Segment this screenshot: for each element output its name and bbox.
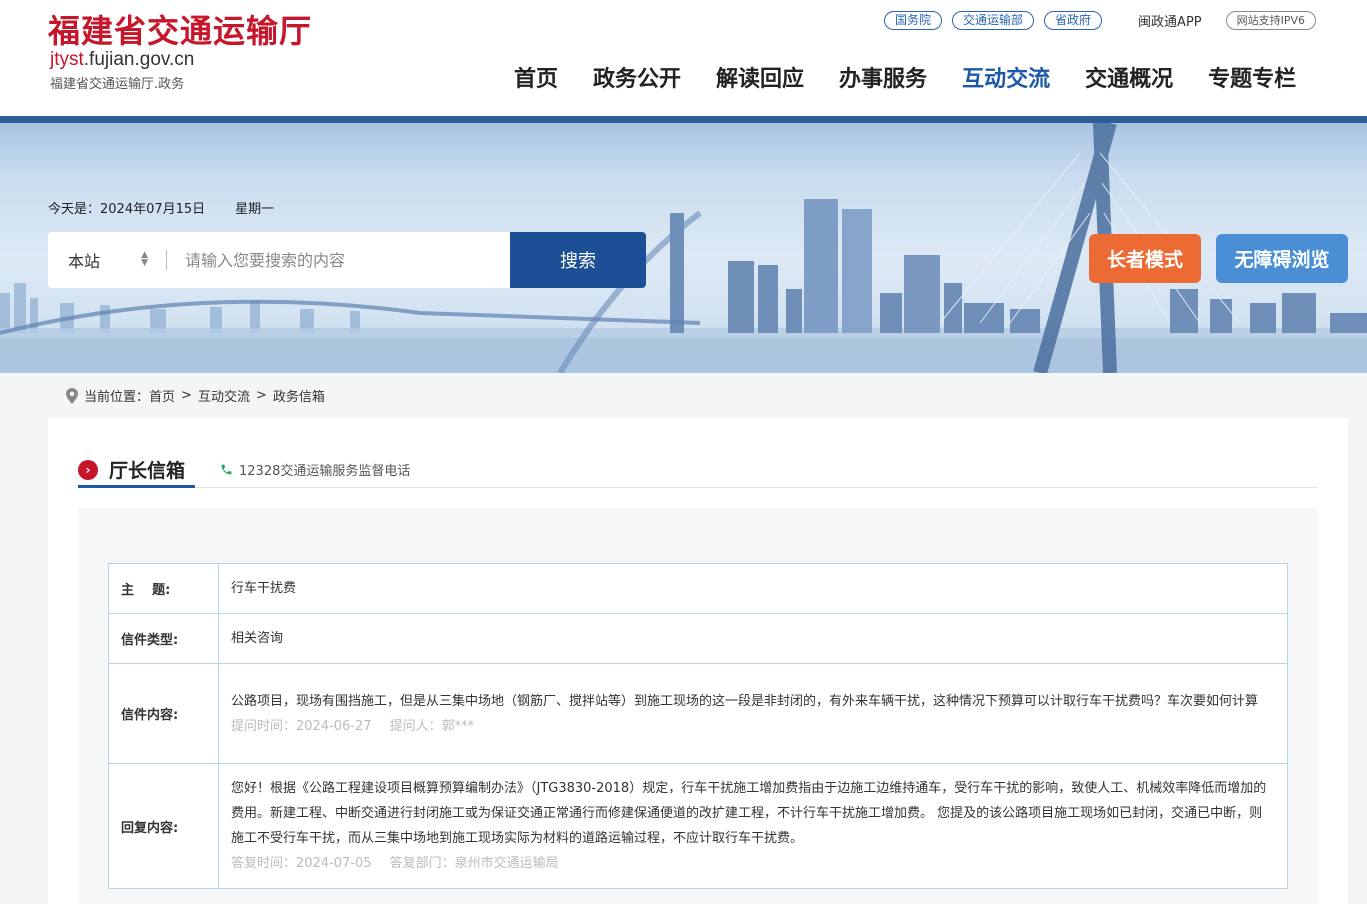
main-nav: 首页 政务公开 解读回应 办事服务 互动交流 交通概况 专题专栏 [514, 61, 1296, 93]
search-scope-value: 本站 [68, 252, 101, 271]
updown-arrows-icon: ▲ ▼ [141, 250, 148, 268]
nav-interpretation[interactable]: 解读回应 [716, 61, 804, 93]
nav-services[interactable]: 办事服务 [839, 61, 927, 93]
reply-label: 回复内容: [108, 763, 219, 889]
search-icon [48, 239, 68, 259]
reply-time: 答复时间：2024-07-05 [231, 856, 372, 871]
nav-interaction[interactable]: 互动交流 [962, 61, 1050, 93]
table-row: 主 题: 行车干扰费 [108, 563, 1288, 614]
table-row: 信件内容: 公路项目，现场有围挡施工，但是从三集中场地（钢筋厂、搅拌站等）到施工… [108, 663, 1288, 764]
tab-director-mailbox[interactable]: › 厅长信箱 [78, 454, 196, 488]
domain-accent: jtyst [50, 49, 84, 70]
breadcrumb-sep: > [255, 388, 267, 403]
table-row: 信件类型: 相关咨询 [108, 613, 1288, 664]
content-cell: 公路项目，现场有围挡施工，但是从三集中场地（钢筋厂、搅拌站等）到施工现场的这一段… [218, 663, 1288, 764]
location-pin-icon [66, 387, 78, 404]
site-header: 福建省交通运输厅 jtyst.fujian.gov.cn 福建省交通运输厅.政务… [0, 0, 1367, 116]
content-label: 信件内容: [108, 663, 219, 764]
phone-icon [221, 464, 232, 475]
ipv6-badge: 网站支持IPV6 [1225, 11, 1317, 30]
letter-detail-table: 主 题: 行车干扰费 信件类型: 相关咨询 信件内容: 公路项目，现场有围挡施工… [108, 563, 1288, 889]
hotline-text: 12328交通运输服务监督电话 [239, 464, 411, 479]
type-label: 信件类型: [108, 613, 219, 664]
search-input[interactable] [167, 232, 510, 288]
elder-mode-button[interactable]: 长者模式 [1089, 234, 1201, 283]
domain-rest: .fujian.gov.cn [83, 49, 195, 70]
breadcrumb-mailbox[interactable]: 政务信箱 [273, 386, 325, 405]
subject-label: 主 题: [108, 563, 219, 614]
breadcrumb-interaction[interactable]: 互动交流 [198, 386, 250, 405]
reply-meta: 答复时间：2024-07-05 答复部门：泉州市交通运输局 [231, 851, 1275, 876]
section-header: › 厅长信箱 12328交通运输服务监督电话 [78, 454, 1318, 488]
link-ministry-transport[interactable]: 交通运输部 [952, 11, 1035, 30]
weekday: 星期一 [235, 202, 275, 217]
nav-overview[interactable]: 交通概况 [1085, 61, 1173, 93]
accessibility-button[interactable]: 无障碍浏览 [1216, 234, 1348, 283]
hotline: 12328交通运输服务监督电话 [220, 460, 410, 479]
breadcrumb-prefix: 当前位置： [84, 390, 150, 405]
link-state-council[interactable]: 国务院 [884, 11, 943, 30]
section-title: 厅长信箱 [109, 460, 186, 482]
site-domain: jtyst.fujian.gov.cn [50, 49, 194, 71]
breadcrumb: 当前位置： 首页 > 互动交流 > 政务信箱 [66, 386, 325, 405]
ask-time: 提问时间：2024-06-27 [231, 718, 372, 734]
nav-gov-affairs[interactable]: 政务公开 [593, 61, 681, 93]
chevron-right-icon: › [78, 459, 98, 480]
banner: 今天是：2024年07月15日 星期一 本站 ▲▼ 搜索 长者模式 无障碍浏览 [0, 116, 1367, 373]
top-links: 国务院 交通运输部 省政府 闽政通APP 网站支持IPV6 [884, 11, 1317, 30]
today-date: 今天是：2024年07月15日 [48, 202, 206, 217]
breadcrumb-sep: > [181, 388, 192, 403]
breadcrumb-home[interactable]: 首页 [149, 386, 175, 405]
nav-topics[interactable]: 专题专栏 [1208, 61, 1296, 93]
asker: 提问人：郭*** [389, 718, 475, 734]
ask-meta: 提问时间：2024-06-27 提问人：郭*** [231, 714, 1275, 739]
reply-cell: 您好！根据《公路工程建设项目概算预算编制办法》（JTG3830-2018）规定，… [218, 763, 1288, 889]
subject-value: 行车干扰费 [218, 563, 1288, 614]
link-app[interactable]: 闽政通APP [1138, 11, 1202, 30]
nav-home[interactable]: 首页 [514, 61, 558, 93]
reply-department: 答复部门：泉州市交通运输局 [389, 856, 559, 871]
link-provincial-gov[interactable]: 省政府 [1044, 11, 1103, 30]
table-row: 回复内容: 您好！根据《公路工程建设项目概算预算编制办法》（JTG3830-20… [108, 763, 1288, 889]
type-value: 相关咨询 [218, 613, 1288, 664]
content-text: 公路项目，现场有围挡施工，但是从三集中场地（钢筋厂、搅拌站等）到施工现场的这一段… [231, 693, 1259, 709]
site-logo-title[interactable]: 福建省交通运输厅 [48, 6, 312, 52]
content-panel: › 厅长信箱 12328交通运输服务监督电话 主 题: 行车干扰费 信件类型: … [48, 418, 1348, 904]
site-subtitle: 福建省交通运输厅.政务 [50, 77, 185, 92]
search-box: 本站 ▲▼ 搜索 [48, 232, 646, 288]
search-button[interactable]: 搜索 [48, 232, 646, 288]
date-line: 今天是：2024年07月15日 星期一 [48, 198, 274, 217]
reply-text: 您好！根据《公路工程建设项目概算预算编制办法》（JTG3830-2018）规定，… [231, 781, 1267, 846]
search-button-label: 搜索 [560, 251, 596, 272]
letter-container: 主 题: 行车干扰费 信件类型: 相关咨询 信件内容: 公路项目，现场有围挡施工… [78, 508, 1318, 904]
